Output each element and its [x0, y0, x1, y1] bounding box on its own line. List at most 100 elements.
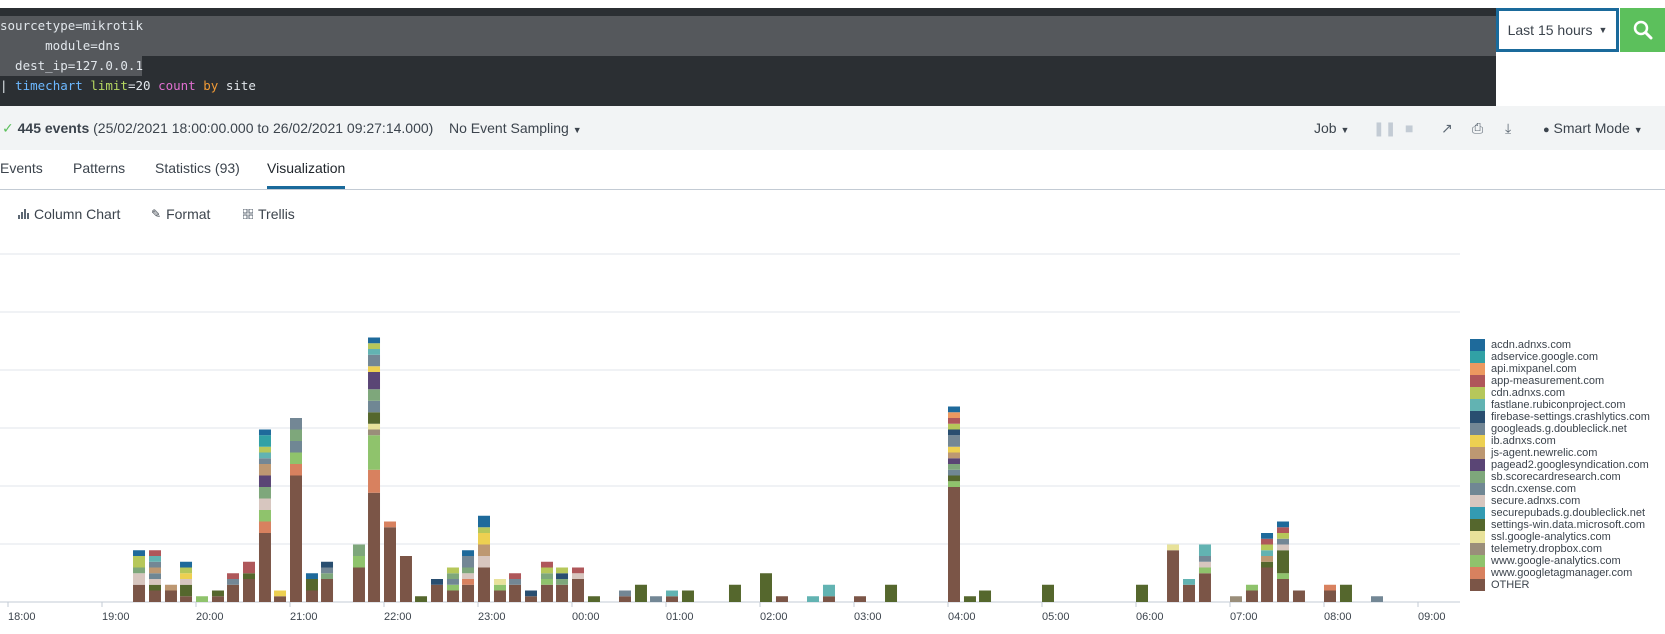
column-segment[interactable]	[587, 596, 600, 602]
column-segment[interactable]	[1042, 584, 1054, 602]
column-segment[interactable]	[1183, 579, 1195, 585]
column-segment[interactable]	[493, 590, 506, 603]
column-segment[interactable]	[1245, 590, 1258, 603]
legend-item[interactable]: ib.adnxs.com	[1470, 435, 1665, 447]
column-segment[interactable]	[1261, 567, 1274, 603]
column-segment[interactable]	[431, 579, 443, 585]
legend-item[interactable]: firebase-settings.crashlytics.com	[1470, 411, 1665, 423]
column-segment[interactable]	[1245, 584, 1258, 591]
column-segment[interactable]	[634, 584, 647, 602]
column-segment[interactable]	[728, 584, 741, 602]
legend-item[interactable]: telemetry.dropbox.com	[1470, 543, 1665, 555]
search-query-editor[interactable]: sourcetype=mikrotik module=dns dest_ip=1…	[0, 8, 1496, 106]
column-segment[interactable]	[540, 579, 553, 585]
column-segment[interactable]	[258, 458, 271, 464]
column-segment[interactable]	[133, 556, 146, 568]
column-segment[interactable]	[948, 452, 960, 459]
column-segment[interactable]	[572, 567, 584, 574]
legend-item[interactable]: googleads.g.doubleclick.net	[1470, 423, 1665, 435]
column-segment[interactable]	[321, 561, 334, 568]
column-segment[interactable]	[525, 596, 537, 602]
column-segment[interactable]	[399, 556, 412, 602]
column-segment[interactable]	[556, 584, 569, 602]
column-segment[interactable]	[979, 590, 992, 603]
column-segment[interactable]	[948, 406, 960, 413]
column-segment[interactable]	[1277, 533, 1289, 539]
column-segment[interactable]	[948, 469, 960, 476]
column-segment[interactable]	[1261, 533, 1274, 539]
column-segment[interactable]	[305, 579, 318, 591]
column-segment[interactable]	[290, 464, 302, 476]
column-segment[interactable]	[352, 556, 365, 568]
column-segment[interactable]	[948, 475, 960, 482]
column-segment[interactable]	[478, 567, 490, 603]
column-segment[interactable]	[211, 590, 224, 597]
column-segment[interactable]	[760, 573, 772, 602]
column-segment[interactable]	[948, 458, 960, 464]
column-segment[interactable]	[572, 579, 584, 602]
legend-item[interactable]: fastlane.rubiconproject.com	[1470, 399, 1665, 411]
column-segment[interactable]	[258, 452, 271, 459]
column-segment[interactable]	[149, 550, 161, 556]
column-segment[interactable]	[1198, 556, 1211, 562]
column-segment[interactable]	[462, 579, 475, 585]
column-segment[interactable]	[133, 584, 146, 602]
column-segment[interactable]	[525, 590, 537, 597]
column-segment[interactable]	[227, 584, 240, 602]
column-segment[interactable]	[1339, 584, 1352, 602]
column-segment[interactable]	[258, 435, 271, 447]
column-segment[interactable]	[368, 469, 381, 493]
column-segment[interactable]	[1261, 556, 1274, 562]
legend-item[interactable]: js-agent.newrelic.com	[1470, 447, 1665, 459]
legend-item[interactable]: secure.adnxs.com	[1470, 495, 1665, 507]
legend-item[interactable]: api.mixpanel.com	[1470, 363, 1665, 375]
column-segment[interactable]	[1167, 550, 1180, 602]
column-segment[interactable]	[368, 354, 381, 367]
column-segment[interactable]	[258, 446, 271, 453]
column-segment[interactable]	[384, 521, 396, 528]
column-segment[interactable]	[556, 579, 569, 585]
column-segment[interactable]	[948, 418, 960, 424]
column-segment[interactable]	[149, 584, 161, 591]
column-segment[interactable]	[368, 343, 381, 349]
column-segment[interactable]	[368, 349, 381, 355]
column-segment[interactable]	[478, 515, 490, 528]
column-segment[interactable]	[384, 527, 396, 602]
column-segment[interactable]	[258, 533, 271, 602]
tab-statistics[interactable]: Statistics (93)	[155, 160, 240, 189]
time-range-picker[interactable]: Last 15 hours ▼	[1496, 8, 1619, 52]
column-segment[interactable]	[305, 590, 318, 603]
column-segment[interactable]	[290, 418, 302, 430]
legend-item[interactable]: www.googletagmanager.com	[1470, 567, 1665, 579]
column-segment[interactable]	[885, 584, 898, 602]
column-segment[interactable]	[493, 579, 506, 585]
column-segment[interactable]	[462, 567, 475, 574]
column-segment[interactable]	[368, 435, 381, 470]
column-segment[interactable]	[478, 533, 490, 545]
column-segment[interactable]	[149, 590, 161, 603]
legend-item[interactable]: www.google-analytics.com	[1470, 555, 1665, 567]
column-segment[interactable]	[290, 475, 302, 603]
column-segment[interactable]	[352, 567, 365, 603]
column-segment[interactable]	[540, 584, 553, 602]
column-segment[interactable]	[446, 590, 459, 603]
column-segment[interactable]	[352, 544, 365, 557]
column-segment[interactable]	[243, 579, 255, 602]
column-segment[interactable]	[180, 596, 193, 602]
column-segment[interactable]	[462, 556, 475, 568]
column-segment[interactable]	[149, 579, 161, 585]
column-segment[interactable]	[368, 400, 381, 413]
column-segment[interactable]	[1198, 567, 1211, 574]
column-segment[interactable]	[133, 567, 146, 574]
legend-item[interactable]: adservice.google.com	[1470, 351, 1665, 363]
chart-type-button[interactable]: Column Chart	[18, 206, 120, 222]
column-segment[interactable]	[180, 579, 193, 585]
column-segment[interactable]	[478, 556, 490, 568]
column-segment[interactable]	[1277, 550, 1289, 574]
column-segment[interactable]	[258, 429, 271, 436]
column-segment[interactable]	[619, 590, 631, 597]
search-mode-dropdown[interactable]: ● Smart Mode ▼	[1543, 120, 1643, 136]
column-segment[interactable]	[619, 596, 631, 602]
column-segment[interactable]	[164, 584, 177, 591]
column-segment[interactable]	[948, 423, 960, 430]
